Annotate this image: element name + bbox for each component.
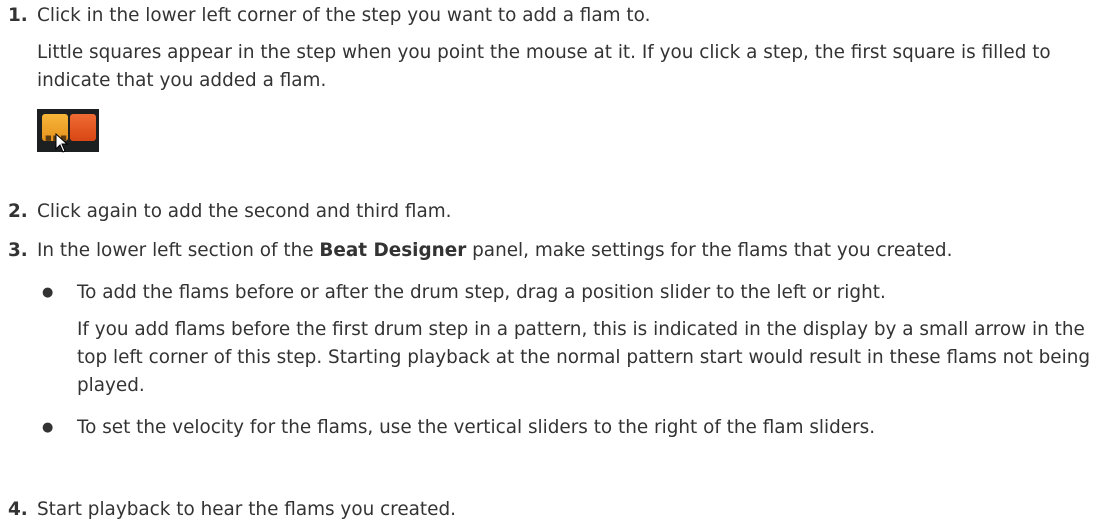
step-text: Start playback to hear the flams you cre… [37,499,456,520]
step-text: In the lower left section of the Beat De… [37,240,953,261]
bullet-text: To add the flams before or after the dru… [77,282,886,303]
bullet-dot-icon: ● [42,420,54,435]
drum-step-pads-with-cursor-icon: ■■■ [37,109,99,153]
step-number: 2. [8,201,28,222]
bullet-item-1: ● To add the flams before or after the d… [37,279,1111,400]
step-text: Click in the lower left corner of the st… [37,5,651,26]
beat-designer-label: Beat Designer [319,240,467,261]
empty-pad-icon [70,114,96,141]
bullet-item-2: ● To set the velocity for the flams, use… [37,414,1111,442]
step-text: Click again to add the second and third … [37,201,452,222]
bullet-detail: If you add flams before the first drum s… [77,319,1091,396]
bullet-dot-icon: ● [42,285,54,300]
step-2: 2. Click again to add the second and thi… [0,198,1111,226]
mouse-cursor-icon [55,133,69,153]
step-3: 3. In the lower left section of the Beat… [0,237,1111,442]
step-number: 1. [8,5,28,26]
bullet-text: To set the velocity for the flams, use t… [77,417,876,438]
step-4: 4. Start playback to hear the flams you … [0,496,1111,524]
step-detail: Little squares appear in the step when y… [37,42,1051,91]
step-number: 4. [8,499,28,520]
step-1: 1. Click in the lower left corner of the… [0,2,1111,153]
step-number: 3. [8,240,28,261]
